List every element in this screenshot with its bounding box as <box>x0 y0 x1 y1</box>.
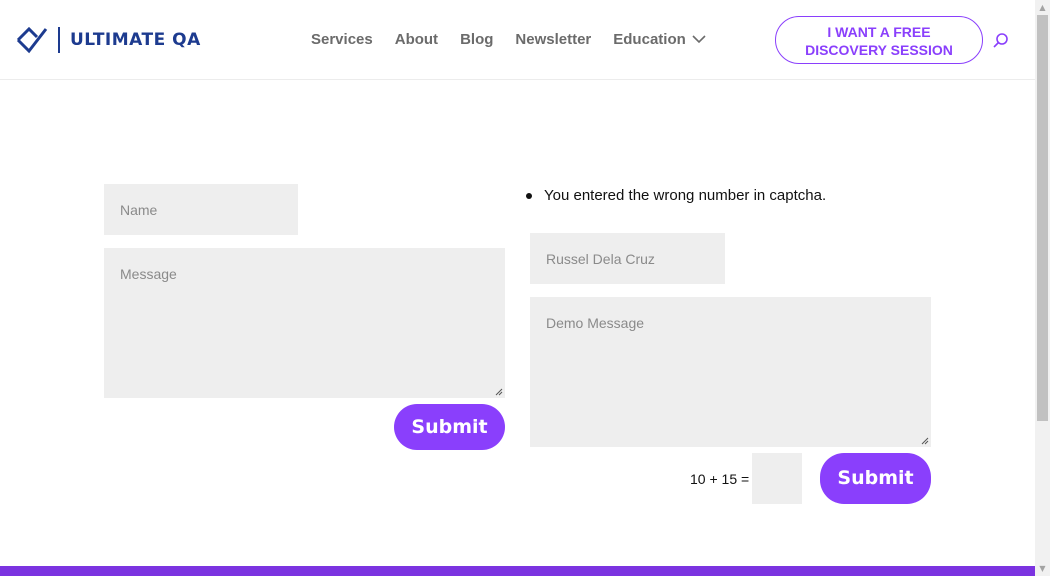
submit-button-left[interactable]: Submit <box>394 404 505 450</box>
nav-about[interactable]: About <box>395 31 438 48</box>
scrollbar[interactable]: ▲ ▼ <box>1035 0 1050 576</box>
scroll-down-arrow-icon[interactable]: ▼ <box>1035 561 1050 576</box>
site-header: ULTIMATE QA Services About Blog Newslett… <box>0 0 1035 80</box>
bullet-icon <box>526 192 532 199</box>
footer-bar <box>0 566 1035 576</box>
search-icon[interactable] <box>992 32 1010 50</box>
name-value: Russel Dela Cruz <box>546 251 655 267</box>
nav-blog[interactable]: Blog <box>460 31 493 48</box>
logo-text: ULTIMATE QA <box>70 30 201 50</box>
captcha-input[interactable] <box>752 453 802 504</box>
cta-line1: I WANT A FREE <box>827 24 931 40</box>
submit-button-right[interactable]: Submit <box>820 453 931 504</box>
scroll-thumb[interactable] <box>1037 15 1048 421</box>
logo[interactable]: ULTIMATE QA <box>16 26 201 54</box>
main-nav: Services About Blog Newsletter Education <box>311 31 728 48</box>
nav-education-label: Education <box>613 31 686 48</box>
resize-handle-icon[interactable] <box>921 437 929 445</box>
captcha-error-message: You entered the wrong number in captcha. <box>526 187 826 204</box>
discovery-session-button[interactable]: I WANT A FREE DISCOVERY SESSION <box>775 16 983 64</box>
name-input-filled[interactable]: Russel Dela Cruz <box>530 233 725 284</box>
cta-line2: DISCOVERY SESSION <box>805 42 953 58</box>
scroll-up-arrow-icon[interactable]: ▲ <box>1035 0 1050 15</box>
logo-divider <box>58 27 60 53</box>
checkmark-logo-icon <box>16 26 48 54</box>
nav-newsletter[interactable]: Newsletter <box>515 31 591 48</box>
message-textarea-filled[interactable]: Demo Message <box>530 297 931 447</box>
name-placeholder: Name <box>120 202 158 218</box>
chevron-down-icon <box>692 31 706 48</box>
message-value: Demo Message <box>546 315 645 331</box>
message-placeholder: Message <box>120 266 177 282</box>
nav-education[interactable]: Education <box>613 31 706 48</box>
captcha-question: 10 + 15 = <box>690 471 750 487</box>
resize-handle-icon[interactable] <box>495 388 503 396</box>
name-input[interactable]: Name <box>104 184 298 235</box>
nav-services[interactable]: Services <box>311 31 373 48</box>
message-textarea[interactable]: Message <box>104 248 505 398</box>
error-text: You entered the wrong number in captcha. <box>544 187 827 204</box>
